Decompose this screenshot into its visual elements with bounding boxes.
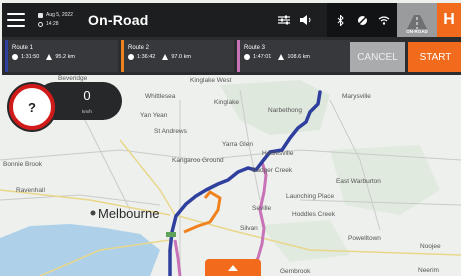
route-3-stats: 1:47:01 108.6 km	[244, 54, 350, 60]
start-button[interactable]: START	[408, 42, 461, 72]
route-selector-bar: Route 1 1:31:50 95.2 km Route 2 1:36:42 …	[2, 37, 461, 75]
map-label-yan-yean: Yan Yean	[140, 112, 168, 119]
time-text: 14:28	[46, 21, 59, 27]
hamburger-menu-icon[interactable]	[7, 13, 25, 27]
onroad-mode-button[interactable]: ON-ROAD	[397, 3, 437, 37]
map-label-kinglake: Kinglake	[214, 99, 239, 106]
map-label-bonnie-brook: Bonnie Brook	[3, 161, 43, 168]
chevron-up-icon	[228, 264, 238, 271]
route-3-card[interactable]: Route 3 1:47:01 108.6 km	[237, 40, 350, 72]
route-2-color-bar	[121, 40, 124, 72]
page-title: On-Road	[88, 12, 149, 28]
date-text: Aug 5, 2022	[46, 12, 73, 18]
map-label-gembrook: Gembrook	[280, 268, 311, 275]
map-label-beveridge: Beveridge	[58, 75, 88, 82]
route-2-time: 1:36:42	[137, 54, 156, 60]
distance-icon	[46, 54, 53, 60]
distance-icon	[162, 54, 169, 60]
calendar-icon	[38, 13, 43, 18]
route-2-distance: 97.0 km	[171, 54, 191, 60]
route-1-distance: 95.2 km	[55, 54, 75, 60]
route-3-color-bar	[237, 40, 240, 72]
duration-icon	[128, 54, 134, 60]
distance-icon	[278, 54, 285, 60]
date-time: Aug 5, 2022 14:28	[38, 11, 86, 29]
satellite-icon	[351, 3, 373, 37]
route-3-time: 1:47:01	[253, 54, 272, 60]
road-icon	[407, 15, 427, 29]
route-1-card[interactable]: Route 1 1:31:50 95.2 km	[5, 40, 118, 72]
expand-panel-button[interactable]	[205, 259, 261, 276]
cancel-button[interactable]: CANCEL	[350, 42, 405, 72]
map-label-kinglake-west: Kinglake West	[190, 77, 232, 84]
map-label-powelltown: Powelltown	[348, 235, 381, 242]
duration-icon	[12, 54, 18, 60]
top-bar-controls: ON-ROAD H	[273, 3, 461, 37]
map-label-launching-place: Launching Place	[286, 193, 334, 200]
map-label-noojee: Noojee	[420, 243, 441, 250]
speed-limit-sign: ?	[9, 84, 55, 130]
wifi-icon	[373, 3, 395, 37]
map-label-melbourne: Melbourne	[98, 206, 159, 221]
route-1-stats: 1:31:50 95.2 km	[12, 54, 118, 60]
bluetooth-icon	[329, 3, 351, 37]
route-3-distance: 108.6 km	[287, 54, 310, 60]
map-label-whittlesea: Whittlesea	[145, 93, 176, 100]
map-label-marysville: Marysville	[342, 93, 371, 100]
current-speed: 0	[83, 88, 91, 103]
map-label-yarra-glen: Yarra Glen	[222, 141, 253, 148]
map-label-kangaroo-ground: Kangaroo Ground	[172, 157, 224, 164]
map-label-east-warburton: East Warburton	[336, 178, 381, 185]
map-label-healesville: Healesville	[262, 150, 294, 157]
map-label-ravenhall: Ravenhall	[16, 187, 45, 194]
map-label-neerim: Neerim	[418, 267, 439, 274]
duration-icon	[244, 54, 250, 60]
route-1-name: Route 1	[12, 45, 34, 51]
map-label-narbethong: Narbethong	[268, 107, 302, 114]
map-label-silvan: Silvan	[240, 225, 258, 232]
map-label-st-andrews: St Andrews	[154, 128, 188, 135]
route-1-color-bar	[5, 40, 8, 72]
settings-sliders-icon[interactable]	[273, 3, 295, 37]
map-label-badger-creek: Badger Creek	[252, 167, 293, 174]
navigation-screen: Beveridge Whittlesea Kinglake West Kingl…	[0, 0, 461, 276]
volume-icon[interactable]	[295, 3, 317, 37]
brand-logo: H	[437, 3, 461, 37]
onroad-mode-label: ON-ROAD	[406, 29, 428, 34]
route-2-card[interactable]: Route 2 1:36:42 97.0 km	[121, 40, 234, 72]
speed-limit-value: ?	[28, 99, 36, 115]
route-2-name: Route 2	[128, 45, 150, 51]
top-bar: Aug 5, 2022 14:28 On-Road ON-ROAD H	[2, 3, 461, 37]
status-icons	[327, 3, 397, 37]
route-1-time: 1:31:50	[21, 54, 40, 60]
route-3-name: Route 3	[244, 45, 266, 51]
route-segment-marker	[166, 232, 176, 237]
map-label-hoddles-creek: Hoddles Creek	[292, 211, 336, 218]
map-label-seville: Seville	[252, 205, 272, 212]
melbourne-marker	[90, 210, 96, 216]
clock-icon	[38, 22, 43, 27]
route-2-stats: 1:36:42 97.0 km	[128, 54, 234, 60]
speed-unit: km/h	[82, 109, 92, 114]
